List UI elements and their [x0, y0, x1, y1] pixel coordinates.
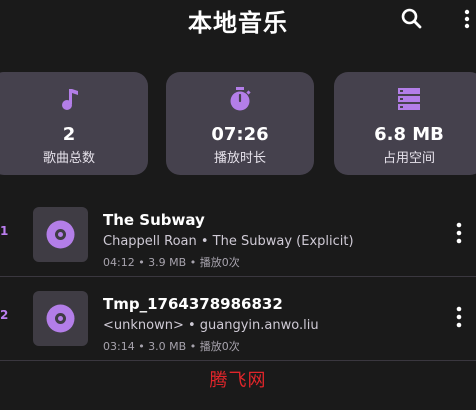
stat-value: 6.8 MB	[374, 124, 444, 145]
more-options-button[interactable]	[462, 5, 472, 33]
song-more-button[interactable]	[452, 304, 466, 330]
song-artist-album: <unknown> • guangyin.anwo.liu	[103, 318, 319, 333]
stat-value: 07:26	[211, 124, 269, 145]
search-icon	[401, 8, 422, 29]
song-row[interactable]: 1 The Subway Chappell Roan • The Subway …	[0, 194, 476, 278]
more-vert-icon	[464, 9, 470, 29]
album-art	[33, 291, 88, 346]
stat-label: 占用空间	[382, 151, 435, 166]
stat-card-duration: 07:26 播放时长	[166, 72, 314, 175]
song-more-button[interactable]	[452, 220, 466, 246]
timer-icon	[230, 87, 251, 111]
stat-card-song-count: 2 歌曲总数	[0, 72, 148, 175]
music-note-icon	[62, 89, 78, 110]
watermark: 腾飞网	[209, 370, 267, 391]
more-vert-icon	[456, 222, 462, 244]
song-meta: 03:14 • 3.0 MB • 播放0次	[103, 340, 240, 353]
search-button[interactable]	[398, 5, 426, 33]
disc-icon	[46, 220, 75, 249]
song-row[interactable]: 2 Tmp_1764378986832 <unknown> • guangyin…	[0, 278, 476, 362]
stat-card-storage: 6.8 MB 占用空间	[334, 72, 476, 175]
song-meta: 04:12 • 3.9 MB • 播放0次	[103, 256, 240, 269]
more-vert-icon	[456, 306, 462, 328]
top-app-bar: 本地音乐	[0, 0, 476, 44]
stats-cards: 2 歌曲总数 07:26 播放时长 6.8 MB 占用空间	[0, 72, 476, 176]
storage-icon	[398, 88, 420, 110]
divider	[0, 360, 476, 361]
disc-icon	[46, 304, 75, 333]
song-title: The Subway	[103, 211, 205, 229]
song-artist-album: Chappell Roan • The Subway (Explicit)	[103, 234, 354, 249]
song-index: 1	[0, 224, 9, 238]
song-title: Tmp_1764378986832	[103, 295, 283, 313]
divider	[0, 276, 476, 277]
song-index: 2	[0, 308, 9, 322]
stat-label: 播放时长	[213, 151, 266, 166]
stat-label: 歌曲总数	[42, 151, 95, 166]
album-art	[33, 207, 88, 262]
stat-value: 2	[62, 124, 76, 145]
